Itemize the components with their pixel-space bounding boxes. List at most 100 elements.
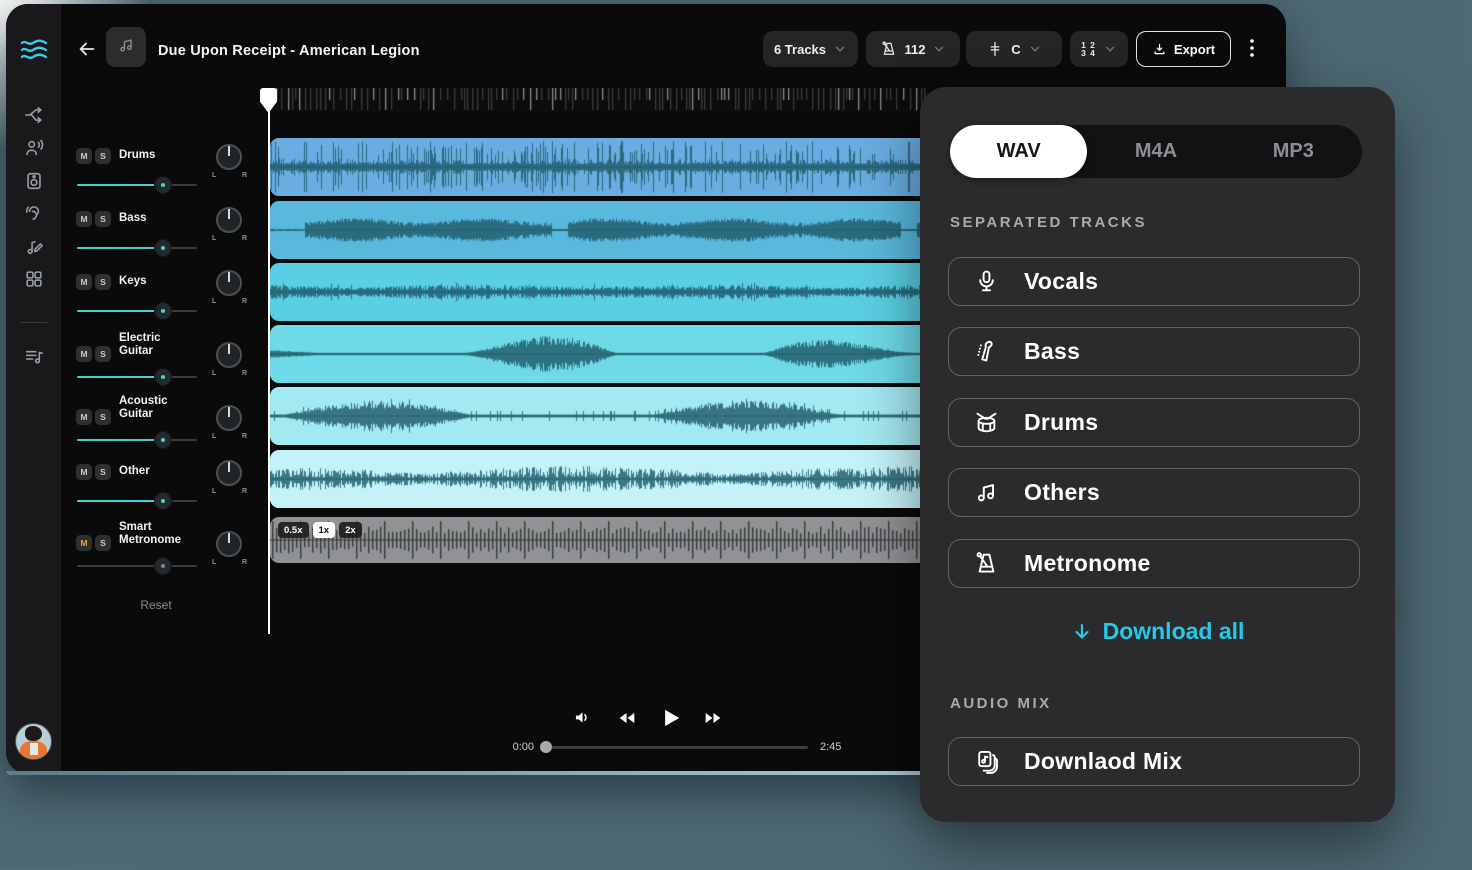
mute-solo-group: MS bbox=[76, 211, 111, 227]
ear-icon[interactable] bbox=[23, 203, 45, 225]
volume-thumb[interactable] bbox=[155, 177, 171, 193]
metronome-speed-2x[interactable]: 2x bbox=[339, 522, 362, 538]
apps-grid-icon[interactable] bbox=[23, 268, 45, 290]
waveform-lane-electric-guitar[interactable] bbox=[270, 325, 930, 383]
mute-button[interactable]: M bbox=[76, 148, 92, 164]
mute-button[interactable]: M bbox=[76, 211, 92, 227]
tracks-dropdown[interactable]: 6 Tracks bbox=[763, 31, 858, 67]
tracks-dropdown-label: 6 Tracks bbox=[774, 42, 826, 57]
audio-mix-heading: AUDIO MIX bbox=[950, 695, 1052, 712]
solo-button[interactable]: S bbox=[95, 211, 111, 227]
files-stack-icon bbox=[973, 748, 1000, 775]
stem-button-vocals[interactable]: Vocals bbox=[948, 257, 1360, 306]
split-tracks-icon[interactable] bbox=[23, 104, 45, 126]
volume-button[interactable] bbox=[572, 707, 593, 728]
track-row-drums: MSDrumsLR bbox=[70, 134, 252, 194]
waveform-lane-acoustic-guitar[interactable] bbox=[270, 387, 930, 445]
mute-button[interactable]: M bbox=[76, 274, 92, 290]
seek-thumb[interactable] bbox=[540, 741, 552, 753]
volume-thumb[interactable] bbox=[155, 240, 171, 256]
mute-button[interactable]: M bbox=[76, 535, 92, 551]
volume-slider[interactable] bbox=[77, 240, 197, 256]
note-edit-icon[interactable] bbox=[23, 236, 45, 258]
sidebar-divider bbox=[20, 322, 47, 323]
volume-fill bbox=[77, 500, 162, 502]
back-button[interactable] bbox=[76, 38, 98, 60]
track-name: Keys bbox=[119, 275, 147, 288]
key-dropdown[interactable]: C bbox=[966, 31, 1062, 67]
app-logo-icon[interactable] bbox=[20, 37, 48, 63]
solo-button[interactable]: S bbox=[95, 274, 111, 290]
amp-speaker-icon[interactable] bbox=[23, 170, 45, 192]
track-row-electric-guitar: MSElectric GuitarLR bbox=[70, 324, 252, 384]
format-tab-m4a[interactable]: M4A bbox=[1087, 125, 1224, 178]
format-tab-mp3[interactable]: MP3 bbox=[1225, 125, 1362, 178]
stem-button-drums[interactable]: Drums bbox=[948, 398, 1360, 447]
waveform-canvas bbox=[270, 517, 930, 563]
volume-slider[interactable] bbox=[77, 303, 197, 319]
bpm-dropdown[interactable]: 112 bbox=[866, 31, 960, 67]
volume-thumb[interactable] bbox=[155, 432, 171, 448]
volume-thumb[interactable] bbox=[155, 303, 171, 319]
waveform-lane-drums[interactable] bbox=[270, 138, 930, 196]
mixer-reset-button[interactable]: Reset bbox=[114, 598, 198, 612]
pan-knob[interactable] bbox=[216, 144, 242, 170]
format-tabs: WAVM4AMP3 bbox=[950, 125, 1362, 178]
volume-slider[interactable] bbox=[77, 558, 197, 574]
waveform-lane-bass[interactable] bbox=[270, 201, 930, 259]
timeline-ruler[interactable] bbox=[270, 88, 930, 114]
metronome-speed-0.5x[interactable]: 0.5x bbox=[278, 522, 309, 538]
pan-knob[interactable] bbox=[216, 460, 242, 486]
setlist-icon[interactable] bbox=[23, 346, 45, 368]
solo-button[interactable]: S bbox=[95, 535, 111, 551]
seek-bar[interactable] bbox=[542, 740, 808, 754]
pan-knob[interactable] bbox=[216, 207, 242, 233]
volume-slider[interactable] bbox=[77, 369, 197, 385]
solo-button[interactable]: S bbox=[95, 409, 111, 425]
volume-slider[interactable] bbox=[77, 177, 197, 193]
pan-knob[interactable] bbox=[216, 342, 242, 368]
metronome-speed-1x[interactable]: 1x bbox=[313, 522, 336, 538]
download-all-link[interactable]: Download all bbox=[920, 618, 1395, 645]
arrow-down-icon bbox=[1071, 621, 1093, 643]
volume-thumb[interactable] bbox=[155, 493, 171, 509]
format-tab-wav[interactable]: WAV bbox=[950, 125, 1087, 178]
download-mix-button[interactable]: Downlaod Mix bbox=[948, 737, 1360, 786]
avatar[interactable] bbox=[15, 723, 52, 760]
pan-knob[interactable] bbox=[216, 531, 242, 557]
mute-solo-group: MS bbox=[76, 464, 111, 480]
volume-thumb[interactable] bbox=[155, 369, 171, 385]
kebab-menu-icon[interactable] bbox=[1244, 37, 1260, 59]
stem-button-others[interactable]: Others bbox=[948, 468, 1360, 517]
pan-knob[interactable] bbox=[216, 270, 242, 296]
play-button[interactable] bbox=[657, 705, 683, 731]
pan-right-label: R bbox=[242, 370, 247, 377]
track-name: Bass bbox=[119, 212, 147, 225]
stem-button-bass[interactable]: Bass bbox=[948, 327, 1360, 376]
volume-fill bbox=[77, 376, 162, 378]
track-name: Acoustic Guitar bbox=[119, 395, 197, 421]
export-button[interactable]: Export bbox=[1136, 31, 1231, 67]
waveform-lane-smart-metronome[interactable] bbox=[270, 517, 930, 563]
rewind-button[interactable] bbox=[616, 707, 638, 729]
waveform-lane-keys[interactable] bbox=[270, 263, 930, 321]
volume-slider[interactable] bbox=[77, 432, 197, 448]
volume-thumb[interactable] bbox=[155, 558, 171, 574]
time-elapsed: 0:00 bbox=[476, 741, 534, 753]
solo-button[interactable]: S bbox=[95, 346, 111, 362]
mute-button[interactable]: M bbox=[76, 409, 92, 425]
voice-icon[interactable] bbox=[23, 137, 45, 159]
volume-slider[interactable] bbox=[77, 493, 197, 509]
volume-fill bbox=[77, 310, 162, 312]
solo-button[interactable]: S bbox=[95, 148, 111, 164]
stem-button-metronome[interactable]: Metronome bbox=[948, 539, 1360, 588]
mute-button[interactable]: M bbox=[76, 464, 92, 480]
track-name: Electric Guitar bbox=[119, 332, 197, 358]
fast-forward-button[interactable] bbox=[702, 707, 724, 729]
solo-button[interactable]: S bbox=[95, 464, 111, 480]
waveform-canvas bbox=[270, 263, 930, 321]
pan-knob[interactable] bbox=[216, 405, 242, 431]
mute-button[interactable]: M bbox=[76, 346, 92, 362]
waveform-lane-other[interactable] bbox=[270, 450, 930, 508]
time-signature-dropdown[interactable]: 1 2 3 4 bbox=[1070, 31, 1128, 67]
